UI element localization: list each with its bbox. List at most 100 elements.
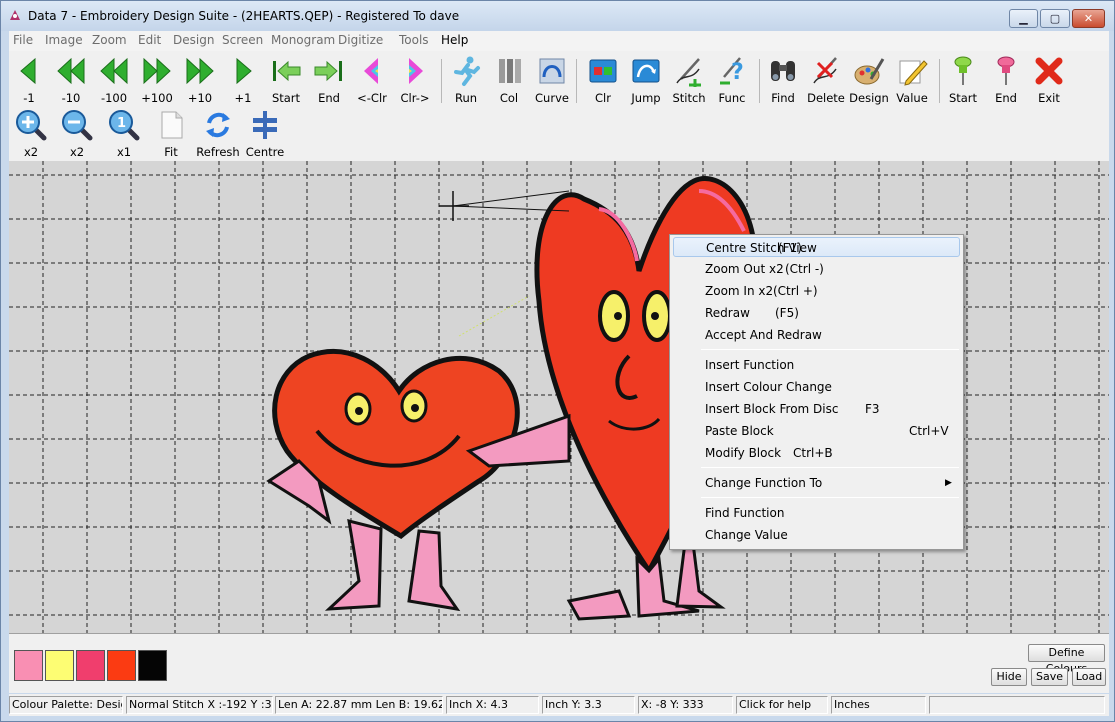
find-button[interactable]: Find: [763, 53, 803, 109]
toolbar: -1 -10 -100 +100 +10 +1 Start End <-Clr …: [9, 51, 1109, 161]
status-xy: X: -8 Y: 333: [638, 696, 733, 714]
menu-screen[interactable]: Screen: [222, 33, 263, 47]
function-icon: ?: [720, 57, 744, 85]
status-stitch-coords: Normal Stitch X :-192 Y :356: [126, 696, 273, 714]
ctx-insert-function[interactable]: Insert Function: [673, 355, 960, 375]
menu-file[interactable]: File: [13, 33, 33, 47]
menu-monogram[interactable]: Monogram: [271, 33, 335, 47]
app-window: Data 7 - Embroidery Design Suite - (2HEA…: [0, 0, 1115, 722]
status-extra: [929, 696, 1105, 714]
colour-palette-panel: Define Colours Hide Save Load: [9, 633, 1109, 693]
step-forward-1-button[interactable]: +1: [223, 53, 263, 109]
pin-green-icon: [954, 56, 972, 85]
go-end-button[interactable]: End: [309, 53, 349, 109]
pencil-icon: [899, 60, 928, 86]
delete-button[interactable]: Delete: [806, 53, 846, 109]
function-button[interactable]: ? Func: [712, 53, 752, 109]
status-inch-x: Inch X: 4.3: [446, 696, 539, 714]
next-colour-button[interactable]: Clr->: [395, 53, 435, 109]
double-arrow-left-green-icon: [57, 57, 85, 85]
save-button[interactable]: Save: [1031, 668, 1068, 686]
run-icon: [454, 56, 480, 86]
ctx-paste-block[interactable]: Paste Block Ctrl+V: [673, 421, 960, 441]
binoculars-icon: [771, 61, 795, 81]
curve-button[interactable]: Curve: [532, 53, 572, 109]
status-bar: Colour Palette: Design Normal Stitch X :…: [9, 694, 1109, 716]
jump-button[interactable]: Jump: [626, 53, 666, 109]
palette-swatch-1[interactable]: [14, 650, 43, 681]
clear-icon: [589, 59, 617, 83]
palette-swatch-2[interactable]: [45, 650, 74, 681]
end-pin-button[interactable]: End: [986, 53, 1026, 109]
ctx-zoom-out[interactable]: Zoom Out x2 (Ctrl -): [673, 259, 960, 279]
colour-left-icon: [364, 58, 378, 84]
curve-icon: [539, 58, 565, 84]
refresh-button[interactable]: Refresh: [196, 107, 240, 163]
ctx-zoom-in[interactable]: Zoom In x2 (Ctrl +): [673, 281, 960, 301]
status-units: Inches: [831, 696, 926, 714]
colour-right-icon: [409, 58, 423, 84]
menu-zoom[interactable]: Zoom: [92, 33, 127, 47]
exit-button[interactable]: Exit: [1029, 53, 1069, 109]
ctx-centre-stitch-view[interactable]: Centre Stitch View (F1): [673, 237, 960, 257]
define-colours-button[interactable]: Define Colours: [1028, 644, 1105, 675]
svg-text:?: ?: [731, 60, 744, 85]
design-button[interactable]: Design: [849, 53, 889, 109]
palette-swatch-3[interactable]: [76, 650, 105, 681]
refresh-icon: [206, 112, 230, 138]
small-heart-embroidery: [266, 349, 571, 612]
fit-button[interactable]: Fit: [151, 107, 191, 163]
maximize-icon: ▢: [1049, 12, 1061, 25]
run-button[interactable]: Run: [446, 53, 486, 109]
go-start-button[interactable]: Start: [266, 53, 306, 109]
menu-digitize[interactable]: Digitize: [338, 33, 383, 47]
zoom-in-x2-button[interactable]: x2: [11, 107, 51, 163]
zoom-x1-button[interactable]: 1 x1: [104, 107, 144, 163]
arrow-left-green-icon: [20, 57, 36, 85]
column-button[interactable]: Col: [489, 53, 529, 109]
exit-icon: [1035, 57, 1063, 85]
step-back-10-button[interactable]: -10: [51, 53, 91, 109]
menu-separator: [701, 467, 959, 468]
status-help[interactable]: Click for help: [736, 696, 828, 714]
ctx-change-value[interactable]: Change Value: [673, 525, 960, 545]
status-inch-y: Inch Y: 3.3: [542, 696, 635, 714]
status-length: Len A: 22.87 mm Len B: 19.62 mm: [275, 696, 443, 714]
prev-colour-button[interactable]: <-Clr: [352, 53, 392, 109]
step-forward-10-button[interactable]: +10: [180, 53, 220, 109]
menu-help[interactable]: Help: [441, 33, 468, 47]
ctx-insert-block-from-disc[interactable]: Insert Block From Disc F3: [673, 399, 960, 419]
menu-edit[interactable]: Edit: [138, 33, 161, 47]
zoom-out-x2-button[interactable]: x2: [57, 107, 97, 163]
value-button[interactable]: Value: [892, 53, 932, 109]
close-button[interactable]: ✕: [1072, 9, 1105, 28]
stitch-button[interactable]: Stitch: [669, 53, 709, 109]
centre-button[interactable]: Centre: [245, 107, 285, 163]
submenu-arrow-icon: ▶: [945, 478, 952, 488]
step-forward-100-button[interactable]: +100: [137, 53, 177, 109]
clear-button[interactable]: Clr: [583, 53, 623, 109]
minimize-button[interactable]: ▁: [1009, 9, 1038, 28]
app-icon: [10, 10, 20, 20]
ctx-find-function[interactable]: Find Function: [673, 503, 960, 523]
pin-pink-icon: [997, 56, 1015, 85]
maximize-button[interactable]: ▢: [1040, 9, 1070, 28]
start-pin-button[interactable]: Start: [943, 53, 983, 109]
step-back-100-button[interactable]: -100: [94, 53, 134, 109]
ctx-redraw[interactable]: Redraw (F5): [673, 303, 960, 323]
load-button[interactable]: Load: [1072, 668, 1106, 686]
fit-page-icon: [161, 111, 183, 139]
design-icon: [854, 58, 885, 85]
menu-design[interactable]: Design: [173, 33, 214, 47]
menu-tools[interactable]: Tools: [399, 33, 429, 47]
centre-icon: [253, 111, 277, 139]
ctx-accept-and-redraw[interactable]: Accept And Redraw: [673, 325, 960, 345]
ctx-modify-block[interactable]: Modify Block Ctrl+B: [673, 443, 960, 463]
menu-image[interactable]: Image: [45, 33, 83, 47]
window-title: Data 7 - Embroidery Design Suite - (2HEA…: [28, 9, 460, 23]
ctx-change-function-to[interactable]: Change Function To ▶: [673, 473, 960, 493]
palette-swatch-4[interactable]: [107, 650, 136, 681]
hide-button[interactable]: Hide: [991, 668, 1027, 686]
palette-swatch-5[interactable]: [138, 650, 167, 681]
ctx-insert-colour-change[interactable]: Insert Colour Change: [673, 377, 960, 397]
